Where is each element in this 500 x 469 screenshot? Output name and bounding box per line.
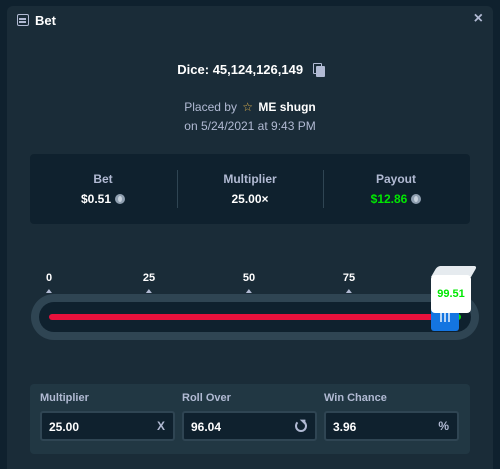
coin-icon	[411, 194, 422, 204]
stat-payout-value: $12.86	[370, 192, 408, 206]
dice-id-label: Dice: 45,124,126,149	[177, 62, 304, 77]
multiplier-input[interactable]: 25.00	[49, 420, 139, 434]
stat-payout: Payout $12.86	[323, 154, 469, 224]
close-icon[interactable]: ×	[474, 11, 483, 27]
slider-track-container	[39, 302, 471, 332]
stat-payout-label: Payout	[375, 172, 416, 186]
win-chance-input[interactable]: 3.96	[333, 420, 423, 434]
bet-settings-panel: Multiplier 25.00 X Roll Over 96.04 Win C…	[30, 384, 470, 454]
placed-by-row: Placed by ☆ ME shugn	[7, 100, 493, 114]
roll-over-field: Roll Over 96.04	[182, 392, 317, 441]
coin-icon	[115, 194, 126, 204]
placed-by-prefix: Placed by	[184, 100, 237, 114]
bet-modal: Bet × Dice: 45,124,126,149 Placed by ☆ M…	[7, 6, 493, 469]
win-chance-input-box[interactable]: 3.96 %	[324, 411, 459, 441]
modal-title: Bet	[35, 13, 56, 28]
win-chance-suffix: %	[438, 419, 449, 433]
roll-over-input[interactable]: 96.04	[191, 420, 281, 434]
slider-tick-0: 0	[46, 272, 52, 293]
win-chance-field-label: Win Chance	[324, 392, 387, 404]
result-dice-cube: 99.51	[428, 266, 478, 314]
stat-multiplier: Multiplier 25.00×	[177, 154, 323, 224]
stat-multiplier-value: 25.00×	[231, 192, 269, 206]
stat-bet: Bet $0.51	[30, 154, 176, 224]
slider-tick-75: 75	[343, 272, 355, 293]
slider-tick-50: 50	[243, 272, 255, 293]
roll-slider[interactable]	[31, 294, 479, 340]
stat-bet-label: Bet	[93, 172, 113, 186]
dice-id-row: Dice: 45,124,126,149	[7, 62, 493, 77]
multiplier-field-label: Multiplier	[40, 392, 89, 404]
copy-icon[interactable]	[312, 63, 325, 77]
win-chance-field: Win Chance 3.96 %	[324, 392, 459, 441]
refresh-icon[interactable]	[295, 420, 307, 432]
stat-multiplier-label: Multiplier	[223, 172, 277, 186]
lose-range-track	[49, 314, 445, 320]
stat-payout-value-row: $12.86	[323, 192, 469, 206]
result-value: 99.51	[437, 288, 465, 300]
slider-tick-25: 25	[143, 272, 155, 293]
modal-header: Bet ×	[7, 6, 493, 32]
stat-bet-value-row: $0.51	[30, 192, 176, 206]
multiplier-suffix: X	[156, 419, 165, 433]
star-icon: ☆	[242, 100, 254, 114]
username-link[interactable]: ME shugn	[258, 100, 315, 114]
multiplier-input-box[interactable]: 25.00 X	[40, 411, 175, 441]
bet-stats-panel: Bet $0.51 Multiplier 25.00× Payout $12.8…	[30, 154, 470, 224]
placed-date: on 5/24/2021 at 9:43 PM	[184, 119, 316, 133]
bet-slip-icon	[17, 14, 29, 26]
roll-over-field-label: Roll Over	[182, 392, 231, 404]
stat-bet-value: $0.51	[80, 192, 112, 206]
multiplier-field: Multiplier 25.00 X	[40, 392, 175, 441]
roll-over-input-box[interactable]: 96.04	[182, 411, 317, 441]
